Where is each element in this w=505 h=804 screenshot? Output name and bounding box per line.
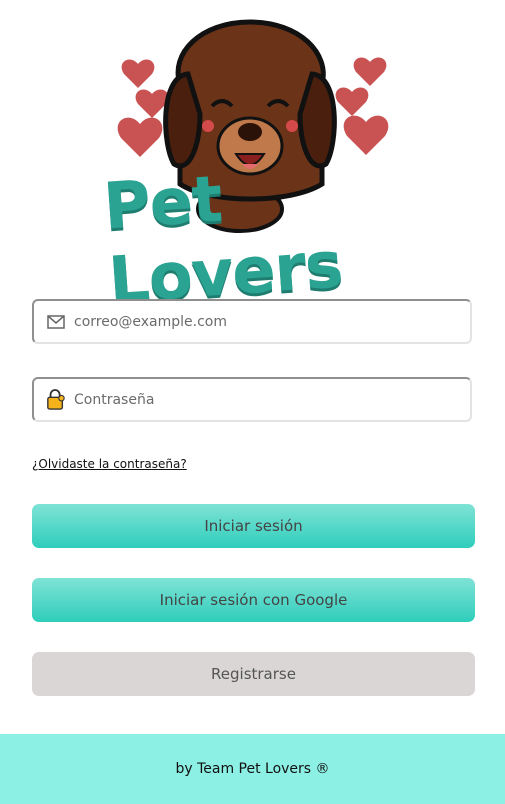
hearts-right: [335, 57, 389, 155]
pet-lovers-logo: Pet Lovers: [100, 14, 410, 318]
password-input[interactable]: [74, 379, 470, 420]
hearts-left: [117, 59, 169, 157]
key-lock-icon: [46, 388, 66, 410]
google-login-button[interactable]: Iniciar sesión con Google: [32, 578, 475, 622]
forgot-password-link[interactable]: ¿Olvidaste la contraseña?: [32, 457, 187, 471]
envelope-icon: [46, 312, 66, 332]
email-input[interactable]: [74, 301, 470, 342]
register-button[interactable]: Registrarse: [32, 652, 475, 696]
logo-text: Pet Lovers: [101, 162, 345, 319]
password-field[interactable]: [32, 377, 472, 422]
login-button[interactable]: Iniciar sesión: [32, 504, 475, 548]
footer: by Team Pet Lovers ®: [0, 734, 505, 804]
footer-text: by Team Pet Lovers ®: [175, 761, 330, 777]
email-field[interactable]: [32, 299, 472, 344]
